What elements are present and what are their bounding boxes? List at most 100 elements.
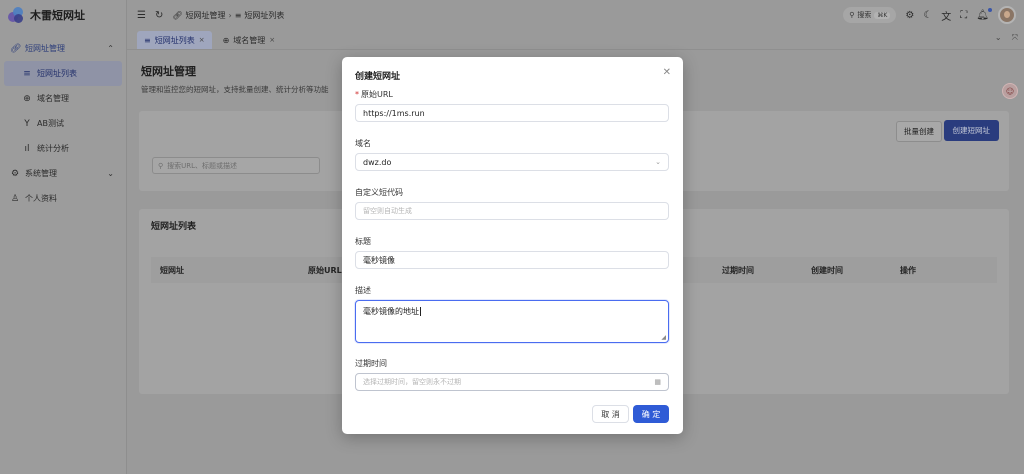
title-label: 标题: [355, 237, 371, 246]
chevron-down-icon[interactable]: ⌄: [995, 33, 1002, 43]
create-short-url-button[interactable]: 创建短网址: [943, 120, 999, 141]
tab-domain-management[interactable]: ⊕ 域名管理 ×: [216, 31, 283, 49]
close-icon[interactable]: ×: [269, 36, 275, 44]
search-icon: ⚲: [158, 161, 164, 170]
batch-create-button[interactable]: 批量创建: [896, 121, 942, 142]
title-input[interactable]: 毫秒镜像: [355, 251, 669, 269]
branch-icon: Y: [24, 118, 30, 129]
original-url-label: * 原始URL: [355, 89, 393, 100]
global-search[interactable]: ⚲ 搜索 ⌘K: [843, 7, 897, 23]
menu-toggle-icon[interactable]: ☰: [137, 10, 146, 21]
sidebar-item-system-management[interactable]: ⚙ 系统管理 ⌄: [0, 161, 126, 186]
create-short-url-dialog: 创建短网址 ✕ * 原始URL https://1ms.run 域名 dwz.do…: [342, 57, 683, 434]
breadcrumb-item[interactable]: 短网址管理: [186, 10, 226, 21]
sidebar-item-statistics[interactable]: ıl 统计分析: [0, 136, 126, 161]
search-placeholder: 搜索URL、标题或描述: [167, 161, 238, 170]
sidebar-item-label: 域名管理: [37, 94, 69, 103]
search-label: 搜索: [857, 11, 872, 19]
column-header: 短网址: [160, 266, 184, 275]
tab-label: 短网址列表: [154, 35, 195, 45]
sidebar-item-label: 短网址列表: [37, 69, 77, 78]
domain-value: dwz.do: [363, 157, 392, 167]
column-header: 过期时间: [722, 266, 754, 275]
sidebar-item-label: 短网址管理: [25, 44, 65, 53]
chevron-down-icon: ⌄: [655, 158, 661, 166]
list-title: 短网址列表: [151, 222, 197, 232]
sidebar-item-label: AB测试: [37, 119, 64, 128]
sidebar-item-domain-management[interactable]: ⊕ 域名管理: [0, 86, 126, 111]
globe-icon: ⊕: [23, 93, 31, 104]
bell-icon[interactable]: 🔔︎: [976, 7, 992, 21]
description-value: 毫秒镜像的地址: [363, 307, 419, 316]
expire-placeholder: 选择过期时间，留空则永不过期: [363, 378, 461, 386]
globe-icon: ⊕: [222, 35, 230, 45]
text-caret: [420, 307, 421, 316]
header-actions: ⚲ 搜索 ⌘K ⚙ ☾ 文 ⛶ 🔔︎: [843, 0, 1016, 30]
translate-icon[interactable]: 文: [941, 8, 951, 23]
close-icon[interactable]: ✕: [663, 67, 671, 78]
resize-handle-icon[interactable]: ◢: [661, 334, 666, 341]
calendar-icon: ▦: [654, 378, 661, 386]
refresh-icon[interactable]: ↻: [155, 10, 163, 21]
search-icon: ⚲: [849, 11, 855, 19]
original-url-input[interactable]: https://1ms.run: [355, 104, 669, 122]
required-mark: *: [355, 90, 359, 99]
sidebar-item-short-url-list[interactable]: ≡ 短网址列表: [4, 61, 122, 86]
close-icon[interactable]: ×: [199, 36, 205, 44]
search-input[interactable]: ⚲ 搜索URL、标题或描述: [152, 157, 320, 174]
custom-code-label: 自定义短代码: [355, 188, 403, 197]
breadcrumb-separator: ›: [228, 10, 232, 20]
settings-icon[interactable]: ⚙: [905, 10, 914, 21]
chevron-down-icon: ⌄: [107, 169, 114, 178]
chevron-up-icon: ⌃: [107, 44, 114, 53]
breadcrumb-item[interactable]: 短网址列表: [244, 10, 284, 21]
sidebar-item-profile[interactable]: ♙ 个人资料: [0, 186, 126, 211]
gear-icon: ⚙: [10, 168, 20, 179]
expire-date-picker[interactable]: 选择过期时间，留空则永不过期 ▦: [355, 373, 669, 391]
list-icon: ≡: [23, 68, 31, 79]
sidebar-item-label: 统计分析: [37, 144, 69, 153]
sidebar-item-ab-test[interactable]: Y AB测试: [0, 111, 126, 136]
confirm-button[interactable]: 确 定: [633, 405, 669, 423]
breadcrumb: 🔗︎ 短网址管理 › ≡ 短网址列表: [172, 10, 284, 21]
sidebar-item-label: 系统管理: [25, 169, 57, 178]
title-value: 毫秒镜像: [363, 255, 395, 265]
brand: 木雷短网址: [0, 0, 126, 30]
original-url-value: https://1ms.run: [363, 108, 425, 118]
dialog-title: 创建短网址: [355, 72, 401, 82]
fullscreen-icon[interactable]: ⛶: [960, 10, 967, 21]
user-icon: ♙: [10, 193, 20, 204]
floating-helper-icon[interactable]: ☺: [1002, 83, 1018, 99]
bar-chart-icon: ıl: [24, 143, 30, 154]
app-root: 木雷短网址 🔗︎ 短网址管理 ⌃ ≡ 短网址列表 ⊕ 域名管理 Y AB测试 ı…: [0, 0, 1024, 474]
tab-label: 域名管理: [233, 35, 266, 45]
original-url-label-text: 原始URL: [361, 90, 393, 99]
description-textarea[interactable]: 毫秒镜像的地址 ◢: [355, 300, 669, 343]
tab-bar-actions: ⌄ ⤧: [995, 33, 1018, 43]
list-icon: ≡: [234, 10, 242, 20]
link-icon: 🔗︎: [172, 10, 183, 20]
sidebar-item-label: 个人资料: [25, 194, 57, 203]
description-label: 描述: [355, 286, 371, 295]
expand-icon[interactable]: ⤧: [1012, 33, 1018, 43]
custom-code-placeholder: 留空则自动生成: [363, 207, 412, 215]
link-icon: 🔗︎: [10, 43, 22, 54]
column-header: 原始URL: [308, 266, 342, 275]
custom-code-input[interactable]: 留空则自动生成: [355, 202, 669, 220]
top-header: ☰ ↻ 🔗︎ 短网址管理 › ≡ 短网址列表 ⚲ 搜索 ⌘K ⚙ ☾ 文 ⛶ 🔔…: [127, 0, 1024, 30]
avatar[interactable]: [998, 6, 1016, 24]
dark-mode-icon[interactable]: ☾: [923, 10, 932, 21]
list-icon: ≡: [144, 35, 151, 45]
domain-select[interactable]: dwz.do ⌄: [355, 153, 669, 171]
expire-label: 过期时间: [355, 359, 387, 368]
sidebar-item-short-url-management[interactable]: 🔗︎ 短网址管理 ⌃: [0, 36, 126, 61]
sidebar-nav: 🔗︎ 短网址管理 ⌃ ≡ 短网址列表 ⊕ 域名管理 Y AB测试 ıl 统计分析: [0, 30, 126, 211]
tab-short-url-list[interactable]: ≡ 短网址列表 ×: [137, 31, 212, 49]
search-shortcut: ⌘K: [874, 11, 891, 19]
column-header: 创建时间: [811, 266, 843, 275]
notification-dot: [988, 7, 992, 12]
app-title: 木雷短网址: [30, 9, 85, 22]
cancel-button[interactable]: 取 消: [592, 405, 629, 423]
column-header: 操作: [900, 266, 916, 275]
tab-bar: ≡ 短网址列表 × ⊕ 域名管理 × ⌄ ⤧: [127, 30, 1024, 50]
